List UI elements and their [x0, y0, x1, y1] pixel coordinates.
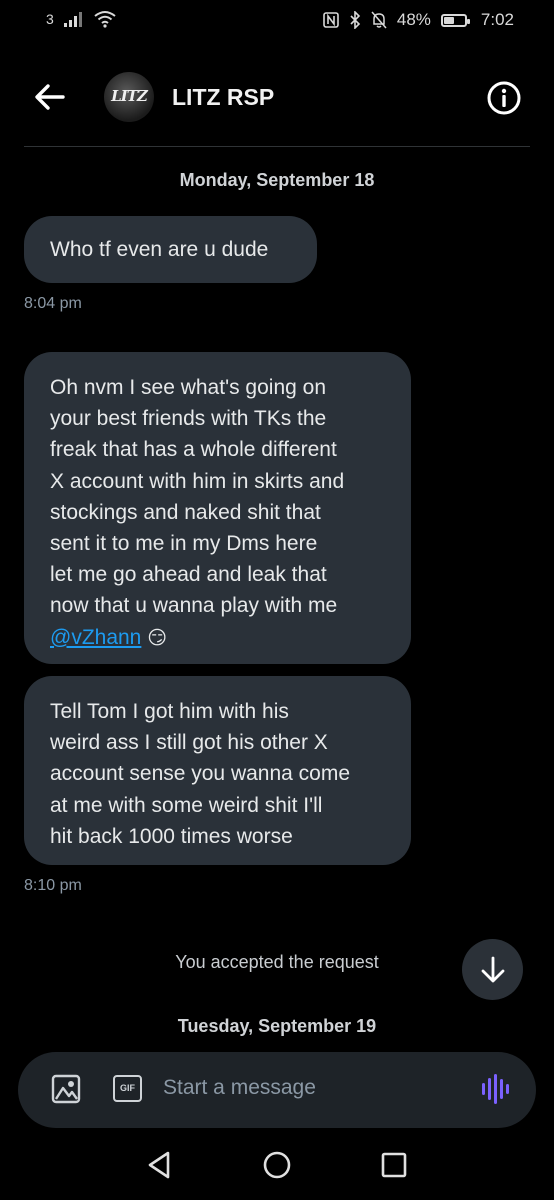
mute-icon	[371, 11, 387, 29]
smirk-emoji: 😏	[147, 627, 168, 649]
back-arrow-icon[interactable]	[30, 80, 70, 114]
battery-percent: 48%	[396, 10, 431, 29]
wifi-icon	[94, 11, 116, 28]
carrier-text: 3	[46, 11, 54, 27]
message-bubble[interactable]: Oh nvm I see what's going on your best f…	[24, 352, 411, 664]
battery-icon	[440, 13, 470, 27]
battery-level-fill	[443, 16, 454, 24]
date-separator: Monday, September 18	[179, 170, 375, 190]
status-bar: 3 48% 7:02	[0, 0, 554, 40]
conversation-title[interactable]: LITZ RSP	[172, 84, 274, 111]
message-input[interactable]: Start a message	[163, 1076, 316, 1100]
info-icon[interactable]	[486, 80, 522, 116]
gif-button[interactable]: GIF	[113, 1075, 142, 1102]
status-time: 7:02	[480, 10, 514, 29]
message-line: now that u wanna play with me	[50, 594, 338, 618]
header-divider	[24, 146, 530, 147]
message-line: account sense you wanna come	[50, 762, 351, 786]
message-line: @vZhann 😏	[50, 622, 411, 654]
message-bubble[interactable]: Tell Tom I got him with his weird ass I …	[24, 676, 411, 865]
avatar-logo-text: LITZ	[111, 87, 148, 105]
scroll-to-bottom-button[interactable]	[462, 939, 523, 1000]
message-line: let me go ahead and leak that	[50, 563, 327, 587]
message-line: Oh nvm I see what's going on	[50, 376, 326, 399]
message-line: your best friends with TKs the	[50, 407, 327, 431]
message-line: X account with him in skirts and	[50, 469, 345, 493]
nav-home-icon[interactable]	[257, 1145, 297, 1185]
date-separator: Tuesday, September 19	[177, 1016, 377, 1036]
message-composer: GIF Start a message	[18, 1052, 536, 1128]
arrow-down-icon	[481, 956, 504, 982]
bluetooth-icon	[350, 11, 361, 29]
avatar[interactable]: LITZ	[104, 72, 154, 122]
nav-recents-icon[interactable]	[374, 1145, 414, 1185]
message-bubble[interactable]: Who tf even are u dude	[24, 216, 317, 283]
message-line: stockings and naked shit that	[50, 500, 321, 524]
message-timestamp: 8:04 pm	[24, 295, 82, 312]
message-timestamp: 8:10 pm	[24, 877, 82, 894]
message-line: sent it to me in my Dms here	[50, 532, 318, 556]
voice-message-icon[interactable]	[480, 1072, 512, 1106]
status-left: 3	[46, 10, 116, 28]
message-line: weird ass I still got his other X	[50, 731, 328, 755]
signal-icon	[63, 12, 82, 27]
status-right: 48% 7:02	[323, 10, 514, 30]
message-line: Tell Tom I got him with his	[50, 700, 289, 723]
user-mention-link[interactable]: @vZhann	[50, 626, 141, 649]
message-text: Who tf even are u dude	[50, 238, 269, 261]
message-line: hit back 1000 times worse	[50, 824, 293, 848]
nav-back-icon[interactable]	[140, 1145, 180, 1185]
image-icon[interactable]	[51, 1074, 81, 1104]
message-line: freak that has a whole different	[50, 438, 337, 462]
nfc-icon	[323, 12, 339, 28]
message-line: at me with some weird shit I'll	[50, 793, 323, 817]
